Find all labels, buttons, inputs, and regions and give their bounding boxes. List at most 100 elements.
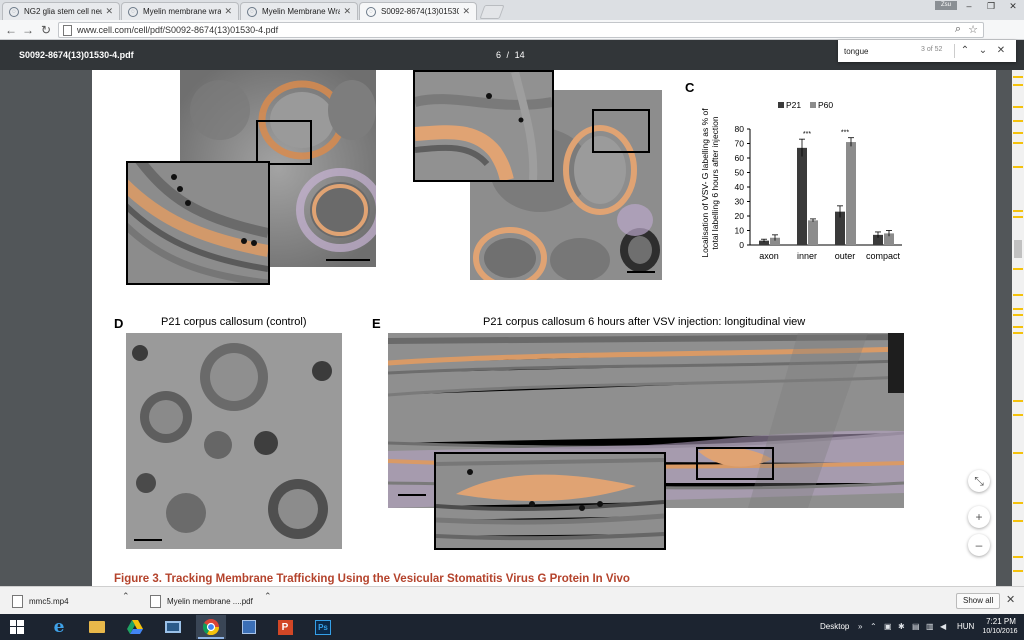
tab-close-icon[interactable]: ✕: [224, 6, 232, 17]
y-tick-label: 10: [735, 226, 745, 236]
find-bar: 3 of 52 ⌃ ⌄ ✕: [838, 40, 1016, 62]
panel-letter-d: D: [114, 316, 124, 331]
maximize-button[interactable]: ❐: [980, 0, 1002, 12]
tab-close-icon[interactable]: ✕: [343, 6, 351, 17]
tab-favicon-icon: ◌: [9, 6, 19, 17]
download-item[interactable]: mmc5.mp4: [12, 590, 136, 612]
find-match-marker: [1013, 132, 1023, 134]
fit-to-page-icon[interactable]: ⤡: [968, 470, 990, 492]
zoom-in-button[interactable]: +: [968, 506, 990, 528]
back-arrow-icon[interactable]: ←: [3, 22, 19, 38]
taskbar-app-powerpoint[interactable]: P: [270, 615, 300, 639]
tray-app-icon[interactable]: ▣: [884, 622, 892, 631]
start-button[interactable]: [2, 615, 32, 639]
inset-drawing: [128, 163, 268, 283]
clock-date[interactable]: 10/10/2016: [979, 628, 1021, 635]
tab-title: NG2 glia stem cell neuro: [24, 7, 103, 16]
find-match-marker: [1013, 308, 1023, 310]
volume-icon[interactable]: ◀: [940, 622, 946, 631]
chevron-up-icon[interactable]: ⌃: [264, 591, 272, 602]
video-file-icon: [12, 594, 23, 608]
zoom-icon[interactable]: ⌕: [955, 23, 961, 36]
chart-plot-area: 0 10 20 30 40 50 60 70 80 axon *** inner *** outer com…: [735, 124, 902, 261]
browser-tab[interactable]: ◌ Myelin membrane wrap ✕: [121, 2, 239, 20]
tab-close-icon[interactable]: ✕: [462, 6, 470, 17]
window-close-button[interactable]: ✕: [1002, 0, 1024, 12]
find-input[interactable]: [844, 44, 914, 58]
find-match-marker: [1013, 216, 1023, 218]
taskbar-app-remote[interactable]: [158, 615, 188, 639]
double-chevron-icon[interactable]: »: [858, 622, 862, 631]
tab-favicon-icon: ◌: [128, 6, 138, 17]
pdf-viewer[interactable]: C P21 P60 Localisation of VSV- G labellin…: [0, 70, 1024, 586]
page-current: 6: [496, 50, 502, 60]
find-match-marker: [1013, 314, 1023, 316]
find-match-marker: [1013, 570, 1023, 572]
find-divider: [954, 44, 955, 58]
reload-icon[interactable]: ↻: [38, 22, 54, 38]
find-match-marker: [1013, 142, 1023, 144]
legend-swatch: [778, 102, 784, 108]
close-shelf-icon[interactable]: ✕: [1006, 593, 1015, 606]
taskbar-app-chrome[interactable]: [196, 615, 226, 639]
significance-marker: ***: [803, 131, 811, 138]
find-match-marker: [1013, 326, 1023, 328]
find-match-marker: [1013, 210, 1023, 212]
taskbar-app-photoshop[interactable]: Ps: [308, 615, 338, 639]
scale-bar: [326, 259, 370, 261]
floppy-icon: [242, 620, 256, 634]
browser-tab-active[interactable]: ◌ S0092-8674(13)01530-4. ✕: [359, 2, 477, 20]
zoom-out-button[interactable]: –: [968, 534, 990, 556]
inset-drawing: [436, 454, 664, 548]
figure-caption: Figure 3. Tracking Membrane Trafficking …: [114, 573, 630, 585]
x-tick-label: compact: [866, 251, 901, 261]
tab-strip: ◌ NG2 glia stem cell neuro ✕ ◌ Myelin me…: [0, 0, 1024, 20]
language-indicator[interactable]: HUN: [957, 622, 974, 631]
page-total: 14: [514, 50, 525, 60]
bookmark-star-icon[interactable]: ☆: [968, 23, 978, 36]
taskbar-app-save[interactable]: [234, 615, 264, 639]
find-previous-icon[interactable]: ⌃: [958, 43, 972, 59]
scrollbar-thumb[interactable]: [1014, 240, 1022, 258]
chevron-up-icon[interactable]: ⌃: [870, 622, 877, 631]
find-match-marker: [1013, 120, 1023, 122]
desktop-toolbar-label[interactable]: Desktop: [820, 622, 849, 631]
find-next-icon[interactable]: ⌄: [976, 43, 990, 59]
micrograph-inset-top-left: [126, 161, 270, 285]
network-icon[interactable]: ▥: [926, 622, 934, 631]
browser-tab[interactable]: ◌ Myelin Membrane Wrap ✕: [240, 2, 358, 20]
profile-badge[interactable]: Zsu: [935, 1, 957, 10]
chrome-icon: [203, 619, 219, 635]
address-bar[interactable]: www.cell.com/cell/pdf/S0092-8674(13)0153…: [58, 22, 984, 38]
new-tab-button[interactable]: [479, 5, 505, 19]
find-match-marker: [1013, 106, 1023, 108]
micrograph-inset-top-middle: [413, 70, 554, 182]
tab-title: S0092-8674(13)01530-4.: [381, 7, 460, 16]
tab-close-icon[interactable]: ✕: [105, 6, 113, 17]
y-tick-label: 30: [735, 197, 745, 207]
taskbar-app-explorer[interactable]: [82, 615, 112, 639]
taskbar-app-ie[interactable]: e: [44, 615, 74, 639]
vertical-scrollbar[interactable]: [1012, 70, 1024, 586]
download-item[interactable]: Myelin membrane ....pdf: [150, 590, 278, 612]
y-tick-label: 50: [735, 168, 745, 178]
find-match-marker: [1013, 414, 1023, 416]
tray-app-icon[interactable]: ✱: [898, 622, 905, 631]
pdf-page-indicator: 6 / 14: [496, 50, 525, 60]
clock-time[interactable]: 7:21 PM: [983, 617, 1019, 626]
find-match-marker: [1013, 520, 1023, 522]
y-tick-label: 70: [735, 139, 745, 149]
minimize-button[interactable]: –: [958, 0, 980, 12]
tray-app-icon[interactable]: ▤: [912, 622, 920, 631]
bar-chart: P21 P60 Localisation of VSV- G labelling …: [700, 100, 902, 261]
chevron-up-icon[interactable]: ⌃: [122, 591, 130, 602]
forward-arrow-icon[interactable]: →: [20, 22, 36, 38]
panel-letter-e: E: [372, 316, 381, 331]
inset-indicator-box: [256, 120, 312, 165]
bar-p21: [797, 147, 807, 245]
show-all-button[interactable]: Show all: [956, 593, 1001, 609]
browser-tab[interactable]: ◌ NG2 glia stem cell neuro ✕: [2, 2, 120, 20]
find-close-icon[interactable]: ✕: [994, 43, 1008, 59]
inset-indicator-box: [592, 109, 650, 153]
taskbar-app-drive[interactable]: [120, 615, 150, 639]
